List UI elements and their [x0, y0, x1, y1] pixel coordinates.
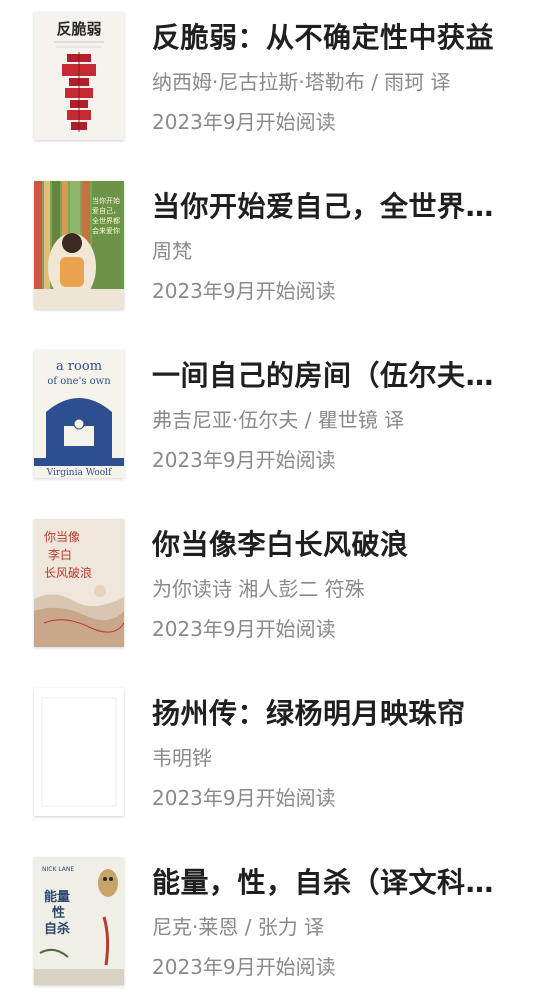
reading-start-date: 2023年9月开始阅读	[152, 448, 336, 472]
book-cover[interactable]: a room of one's own Virginia Woolf	[34, 350, 124, 478]
book-item[interactable]: 你当像 李白 长风破浪 你当像李白长风破浪 为你读诗 湘人彭二 符殊 2023年…	[0, 507, 548, 657]
book-title[interactable]: 你当像李白长风破浪	[152, 523, 522, 567]
book-item[interactable]: NICK LANE 能量 性 自杀 能量，性，自杀（译文科学… 尼克·莱恩 / …	[0, 845, 548, 995]
book-item[interactable]: a room of one's own Virginia Woolf 一间自己的…	[0, 338, 548, 488]
cover-antifragile-art: 反脆弱	[34, 12, 124, 140]
svg-text:NICK LANE: NICK LANE	[42, 866, 74, 873]
book-author: 周梵	[152, 239, 192, 263]
book-title[interactable]: 扬州传：绿杨明月映珠帘	[152, 692, 522, 736]
book-author: 韦明铧	[152, 746, 212, 770]
cover-love-yourself-art: 当你开始 爱自己， 全世界都 会来爱你	[34, 181, 124, 309]
svg-text:of one's own: of one's own	[47, 376, 111, 387]
book-author: 为你读诗 湘人彭二 符殊	[152, 577, 365, 601]
svg-text:Virginia Woolf: Virginia Woolf	[46, 468, 112, 478]
book-cover[interactable]: 你当像 李白 长风破浪	[34, 519, 124, 647]
svg-text:性: 性	[52, 905, 65, 921]
book-cover[interactable]: 当你开始 爱自己， 全世界都 会来爱你	[34, 181, 124, 309]
book-item[interactable]: 当你开始 爱自己， 全世界都 会来爱你 当你开始爱自己，全世界都… 周梵 202…	[0, 169, 548, 319]
book-title[interactable]: 一间自己的房间（伍尔夫文…	[152, 354, 522, 398]
book-item[interactable]: 扬州传：绿杨明月映珠帘 韦明铧 2023年9月开始阅读	[0, 676, 548, 826]
cover-li-bai-art: 你当像 李白 长风破浪	[34, 519, 124, 647]
book-author: 纳西姆·尼古拉斯·塔勒布 / 雨珂 译	[152, 70, 451, 94]
svg-text:自杀: 自杀	[44, 921, 70, 937]
book-author: 尼克·莱恩 / 张力 译	[152, 915, 325, 939]
svg-text:能量: 能量	[44, 889, 70, 905]
svg-text:李白: 李白	[48, 547, 72, 562]
svg-text:长风破浪: 长风破浪	[44, 565, 92, 580]
svg-text:会来爱你: 会来爱你	[92, 226, 120, 235]
svg-text:当你开始: 当你开始	[92, 196, 120, 205]
cover-yangzhou-blank-art	[34, 688, 124, 816]
book-item[interactable]: 反脆弱 反脆弱：从不确定性中获益 纳西姆·尼古拉斯·塔勒布 / 雨珂 译 202…	[0, 0, 548, 150]
reading-start-date: 2023年9月开始阅读	[152, 955, 336, 979]
svg-text:a room: a room	[56, 359, 102, 374]
book-list: 反脆弱 反脆弱：从不确定性中获益 纳西姆·尼古拉斯·塔勒布 / 雨珂 译 202…	[0, 0, 548, 1000]
book-title[interactable]: 能量，性，自杀（译文科学…	[152, 861, 522, 905]
reading-start-date: 2023年9月开始阅读	[152, 617, 336, 641]
book-cover[interactable]: 反脆弱	[34, 12, 124, 140]
book-cover[interactable]: NICK LANE 能量 性 自杀	[34, 857, 124, 985]
reading-start-date: 2023年9月开始阅读	[152, 786, 336, 810]
reading-start-date: 2023年9月开始阅读	[152, 110, 336, 134]
book-title[interactable]: 当你开始爱自己，全世界都…	[152, 185, 522, 229]
cover-power-sex-suicide-art: NICK LANE 能量 性 自杀	[34, 857, 124, 985]
svg-text:爱自己，: 爱自己，	[92, 206, 120, 215]
cover-title-text: 反脆弱	[56, 20, 101, 38]
svg-text:你当像: 你当像	[44, 530, 80, 544]
book-cover[interactable]	[34, 688, 124, 816]
book-title[interactable]: 反脆弱：从不确定性中获益	[152, 16, 522, 60]
book-author: 弗吉尼亚·伍尔夫 / 瞿世镜 译	[152, 408, 405, 432]
svg-text:全世界都: 全世界都	[92, 216, 120, 225]
reading-start-date: 2023年9月开始阅读	[152, 279, 336, 303]
cover-room-of-ones-own-art: a room of one's own Virginia Woolf	[34, 350, 124, 478]
